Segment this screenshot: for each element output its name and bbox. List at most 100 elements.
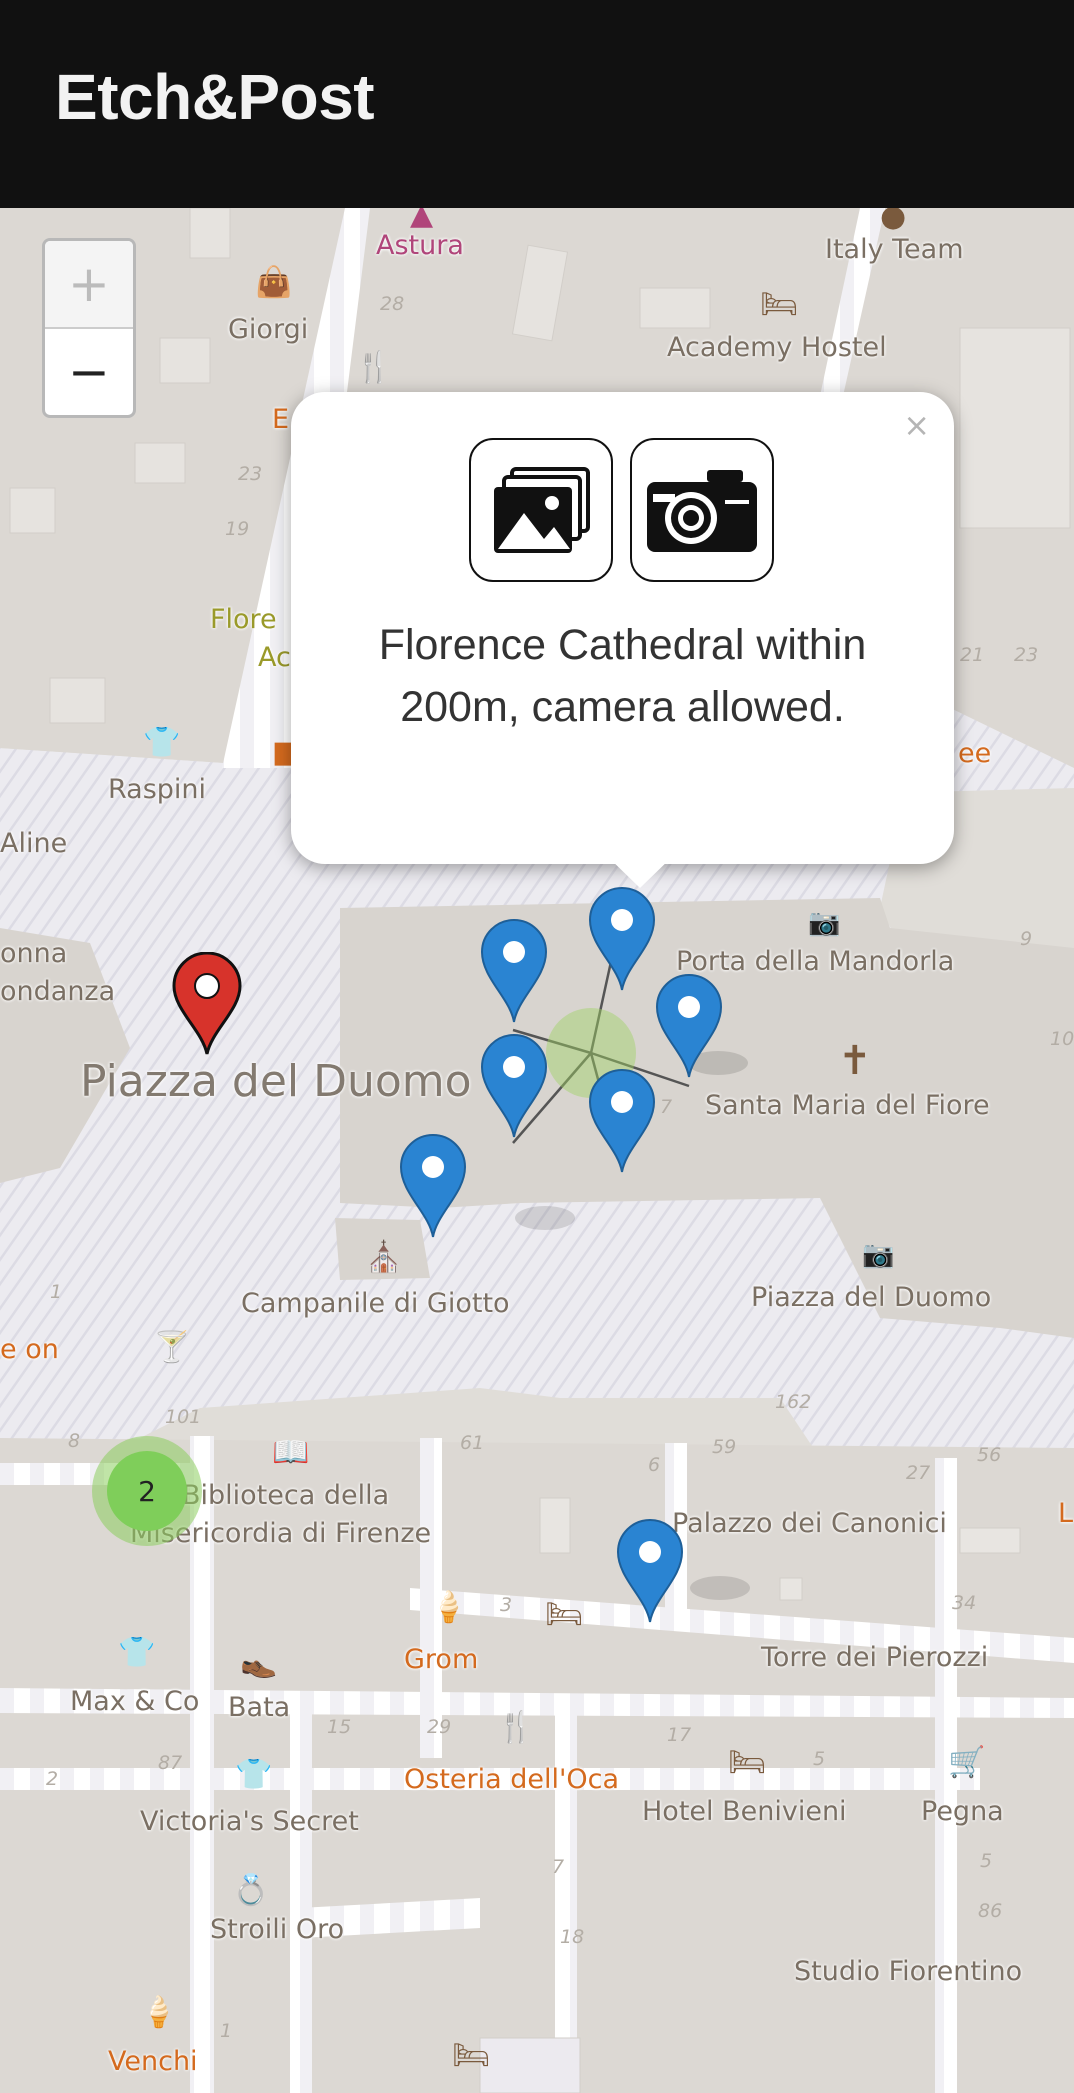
camera-button[interactable] — [630, 438, 774, 582]
map-label: E — [272, 404, 290, 435]
map-label: Pegna — [921, 1796, 1004, 1827]
house-number: 21 — [960, 644, 985, 666]
map-label: ondanza — [0, 976, 116, 1007]
marker-cluster[interactable]: 2 — [92, 1436, 202, 1546]
house-number: 23 — [1014, 644, 1039, 666]
clothing-icon: 👕 — [118, 1635, 156, 1670]
map-label: Hotel Benivieni — [642, 1796, 847, 1827]
house-number: 10 — [1050, 1028, 1074, 1050]
church-icon: ✝ — [838, 1038, 872, 1084]
hotel-icon: 🛏 — [760, 287, 799, 322]
zoom-out-button[interactable]: − — [45, 329, 133, 415]
hotel-icon: 🛏 — [452, 2038, 491, 2073]
map-label: Venchi — [108, 2046, 198, 2077]
shopping-cart-icon: 🛒 — [948, 1745, 986, 1780]
house-number: 9 — [1020, 928, 1033, 950]
shoe-icon: 👞 — [240, 1645, 278, 1680]
map-label: Palazzo dei Canonici — [672, 1508, 947, 1539]
map-label: Aline — [0, 828, 68, 859]
zoom-in-button[interactable]: + — [45, 241, 133, 329]
house-number: 27 — [906, 1462, 931, 1484]
map-label: Grom — [404, 1644, 479, 1675]
house-number: 18 — [560, 1926, 585, 1948]
camera-poi-icon: 📷 — [808, 908, 841, 938]
house-number: 7 — [552, 1856, 565, 1878]
popup-message: Florence Cathedral within 200m, camera a… — [378, 621, 867, 731]
house-number: 34 — [952, 1592, 977, 1614]
house-number: 29 — [427, 1716, 452, 1738]
house-number: 5 — [813, 1748, 826, 1770]
house-number: 56 — [977, 1444, 1002, 1466]
map-label: Piazza del Duomo — [751, 1282, 992, 1313]
clothing-icon: 👕 — [235, 1757, 273, 1792]
map-label: Flore — [210, 604, 277, 635]
map-label: Italy Team — [825, 234, 964, 265]
clothing-icon: 👕 — [143, 725, 181, 760]
map-marker-blue[interactable] — [399, 1133, 467, 1241]
house-number: 28 — [380, 293, 405, 315]
cocktail-icon: 🍸 — [153, 1330, 191, 1365]
shopping-bag-icon: 👜 — [255, 265, 293, 300]
popup-close-button[interactable]: × — [903, 406, 930, 444]
house-number: 162 — [775, 1391, 812, 1413]
map-marker-blue[interactable] — [655, 973, 723, 1081]
house-number: 19 — [225, 518, 250, 540]
jewelry-icon: 💍 — [232, 1873, 270, 1908]
map-label: Biblioteca della — [182, 1480, 390, 1511]
camera-poi-icon: 📷 — [862, 1240, 895, 1270]
library-icon: 📖 — [272, 1435, 310, 1470]
house-number: 59 — [712, 1436, 737, 1458]
zoom-control: + − — [42, 238, 136, 418]
house-number: 1 — [50, 1281, 63, 1303]
restaurant-icon: 🍴 — [355, 350, 393, 385]
house-number: 2 — [46, 1768, 59, 1790]
map-label: L — [1058, 1498, 1074, 1529]
house-number: 1 — [220, 2020, 233, 2042]
map-marker-blue[interactable] — [480, 918, 548, 1026]
app-header: Etch&Post — [0, 0, 1074, 208]
map-marker-blue[interactable] — [616, 1518, 684, 1626]
house-number: 15 — [327, 1716, 352, 1738]
map-marker-blue[interactable] — [588, 886, 656, 994]
gallery-button[interactable] — [469, 438, 613, 582]
map-label: Campanile di Giotto — [241, 1288, 510, 1319]
house-number: 23 — [238, 463, 263, 485]
map-label: Raspini — [108, 774, 207, 805]
monument-icon: ⛪ — [365, 1240, 403, 1275]
map-marker-blue[interactable] — [588, 1068, 656, 1176]
popup-tip — [605, 854, 675, 888]
user-location-marker[interactable] — [172, 952, 242, 1058]
map-label: Max & Co — [70, 1686, 200, 1717]
hotel-icon: 🛏 — [545, 1597, 584, 1632]
map-label: Stroili Oro — [210, 1914, 345, 1945]
map-label: Torre dei Pierozzi — [761, 1642, 989, 1673]
clothing-icon: ● — [880, 208, 907, 234]
map-label: Victoria's Secret — [140, 1806, 359, 1837]
map-label: Osteria dell'Oca — [404, 1764, 620, 1795]
map-marker-blue[interactable] — [480, 1033, 548, 1141]
house-number: 3 — [500, 1594, 513, 1616]
house-number: 5 — [980, 1850, 993, 1872]
house-number: 61 — [460, 1432, 485, 1454]
cluster-count: 2 — [107, 1451, 187, 1531]
house-number: 87 — [158, 1752, 183, 1774]
map-label: Academy Hostel — [667, 332, 887, 363]
map-popup: × Florence Cathedral within 200m, camera… — [291, 392, 954, 888]
gift-icon: ▲ — [410, 208, 434, 232]
restaurant-icon: 🍴 — [497, 1710, 535, 1745]
app-title: Etch&Post — [55, 61, 375, 133]
map-label-piazza-large: Piazza del Duomo — [80, 1056, 472, 1107]
map-label: e on — [0, 1334, 59, 1365]
map-label: ee — [958, 738, 992, 769]
map-label: Bata — [228, 1692, 291, 1723]
house-number: 17 — [667, 1724, 692, 1746]
map-label: Giorgi — [228, 314, 309, 345]
map-label: Studio Fiorentino — [794, 1956, 1023, 1987]
house-number: 7 — [660, 1096, 673, 1118]
house-number: 86 — [978, 1900, 1003, 1922]
house-number: 101 — [165, 1406, 202, 1428]
ice-cream-icon: 🍦 — [430, 1590, 468, 1625]
image-gallery-icon — [494, 467, 590, 553]
ice-cream-icon: 🍦 — [140, 1995, 178, 2030]
house-number: 8 — [68, 1430, 81, 1452]
